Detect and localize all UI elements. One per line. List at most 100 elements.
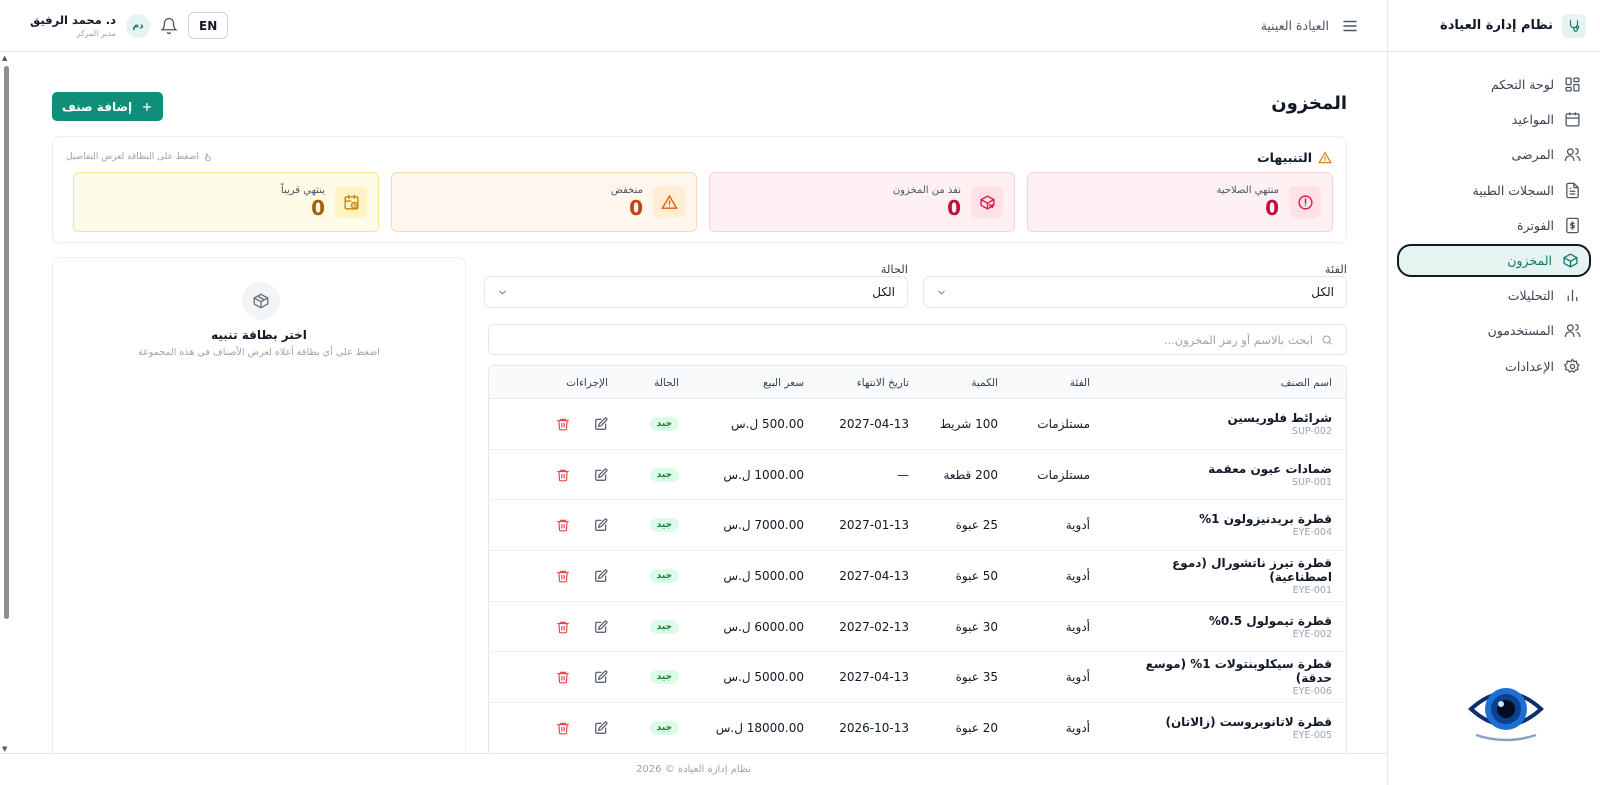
header-price[interactable]: سعر البيع <box>684 366 804 399</box>
trash-icon[interactable] <box>556 721 570 735</box>
edit-icon[interactable] <box>594 721 608 735</box>
status-select[interactable]: الكل <box>484 276 908 308</box>
category-select[interactable]: الكل <box>923 276 1347 308</box>
sidebar-item-analytics[interactable]: التحليلات <box>1397 279 1591 312</box>
trash-icon[interactable] <box>556 417 570 431</box>
header-quantity[interactable]: الكمية <box>898 366 998 399</box>
brand[interactable]: نظام إدارة العيادة <box>1388 0 1600 52</box>
item-category: أدوية <box>1065 518 1090 533</box>
warning-icon <box>1318 151 1332 165</box>
sidebar-item-users[interactable]: المستخدمون <box>1397 314 1591 347</box>
status-badge: جيد <box>649 416 679 431</box>
item-actions <box>523 450 608 500</box>
sidebar-item-billing[interactable]: الفوترة <box>1397 209 1591 242</box>
item-name-cell: قطرة بريدنيزولون 1% EYE-004 <box>1112 500 1332 550</box>
alert-card-expired[interactable]: منتهي الصلاحية 0 <box>1027 172 1333 232</box>
item-expiry: 2027-02-13 <box>839 619 909 634</box>
alert-card-count: 0 <box>1265 196 1279 220</box>
add-item-button[interactable]: إضافة صنف <box>52 92 163 121</box>
table-row[interactable]: شرائط فلوريسين SUP-002 مستلزمات 100 شريط 202… <box>489 399 1346 450</box>
sidebar-item-label: المستخدمون <box>1487 323 1554 339</box>
header-actions: الإجراءات <box>566 376 608 389</box>
scroll-down-arrow-icon[interactable]: ▼ <box>2 745 7 753</box>
item-price: 5000.00 ل.س <box>723 670 804 685</box>
item-status-cell: جيد <box>629 703 679 753</box>
calendar-icon <box>1564 111 1581 128</box>
item-name-cell: شرائط فلوريسين SUP-002 <box>1112 399 1332 449</box>
item-category: مستلزمات <box>1037 467 1090 482</box>
item-status-cell: جيد <box>629 652 679 702</box>
sidebar-item-appointments[interactable]: المواعيد <box>1397 103 1591 136</box>
pointer-icon <box>203 153 212 162</box>
sidebar-item-dashboard[interactable]: لوحة التحكم <box>1397 68 1591 101</box>
alerts-hint-text: اضغط على البطاقة لعرض التفاصيل <box>66 152 199 162</box>
status-badge: جيد <box>649 619 679 634</box>
alert-card-low-stock[interactable]: منخفض 0 <box>391 172 697 232</box>
user-role: مدير المركز <box>76 29 117 38</box>
edit-icon[interactable] <box>594 468 608 482</box>
category-select-value: الكل <box>1311 285 1334 299</box>
sidebar-nav: لوحة التحكم المواعيد المرضى السجلات الطب… <box>1388 52 1600 383</box>
package-x-icon <box>971 186 1003 218</box>
table-row[interactable]: قطرة سيكلوبنتولات 1% (موسع حدقة) EYE-006 أ… <box>489 652 1346 704</box>
item-expiry: — <box>897 467 909 482</box>
sidebar-item-label: الإعدادات <box>1505 358 1554 374</box>
item-name: قطرة تيمولول 0.5% <box>1208 613 1332 628</box>
status-badge: جيد <box>649 568 679 583</box>
edit-icon[interactable] <box>594 620 608 634</box>
sidebar-item-inventory[interactable]: المخزون <box>1397 243 1591 277</box>
footer-text: نظام إدارة العيادة © 2026 <box>636 764 751 775</box>
alert-card-label: منخفض <box>610 185 643 196</box>
table-row[interactable]: ضمادات عيون معقمة SUP-001 مستلزمات 200 قطعة… <box>489 450 1346 501</box>
alert-card-count: 0 <box>629 196 643 220</box>
item-code: EYE-002 <box>1292 628 1332 640</box>
header-status[interactable]: الحالة <box>629 366 679 399</box>
edit-icon[interactable] <box>594 518 608 532</box>
alert-card-out-of-stock[interactable]: نفذ من المخزون 0 <box>709 172 1015 232</box>
item-name-cell: قطرة لاتانوبروست (زالاتان) EYE-005 <box>1112 703 1332 753</box>
edit-icon[interactable] <box>594 670 608 684</box>
scroll-up-arrow-icon[interactable]: ▲ <box>2 54 7 62</box>
sidebar-item-patients[interactable]: المرضى <box>1397 138 1591 171</box>
item-price: 5000.00 ل.س <box>723 568 804 583</box>
scrollbar-thumb[interactable] <box>4 66 9 619</box>
trash-icon[interactable] <box>556 518 570 532</box>
header-name[interactable]: اسم الصنف <box>1112 366 1332 399</box>
alerts-section: التنبيهات اضغط على البطاقة لعرض التفاصيل… <box>52 136 1347 243</box>
trash-icon[interactable] <box>556 569 570 583</box>
sidebar-item-settings[interactable]: الإعدادات <box>1397 350 1591 383</box>
inventory-table: اسم الصنف الفئة الكمية تاريخ الانتهاء سع… <box>488 365 1347 753</box>
table-row[interactable]: قطرة بريدنيزولون 1% EYE-004 أدوية 25 عبوة 20… <box>489 500 1346 552</box>
bell-icon[interactable] <box>160 17 179 35</box>
table-row[interactable]: قطرة تيرز ناتشورال (دموع اصطناعية) EYE-00… <box>489 551 1346 602</box>
item-code: EYE-004 <box>1292 527 1332 539</box>
avatar[interactable]: دم <box>126 13 151 38</box>
alert-card-count: 0 <box>311 196 325 220</box>
chevron-down-icon <box>497 287 508 298</box>
edit-icon[interactable] <box>594 417 608 431</box>
user-name: د. محمد الرفيق <box>30 13 117 27</box>
panel-title: اختر بطاقة تنبيه <box>211 328 307 342</box>
header-expiry[interactable]: تاريخ الانتهاء <box>789 366 909 399</box>
clinic-name: العيادة العينية <box>1260 18 1329 33</box>
trash-icon[interactable] <box>556 468 570 482</box>
alert-card-expiring-soon[interactable]: ينتهي قريباً 0 <box>73 172 379 232</box>
table-header: اسم الصنف الفئة الكمية تاريخ الانتهاء سع… <box>489 366 1346 399</box>
table-body: شرائط فلوريسين SUP-002 مستلزمات 100 شريط 202… <box>489 399 1346 753</box>
edit-icon[interactable] <box>594 569 608 583</box>
user-info[interactable]: د. محمد الرفيق مدير المركز <box>30 13 116 38</box>
sidebar-item-medical-records[interactable]: السجلات الطبية <box>1397 174 1591 207</box>
header-category[interactable]: الفئة <box>1000 366 1090 399</box>
vertical-scrollbar[interactable]: ▲ ▼ <box>0 52 12 753</box>
users-icon <box>1564 322 1581 339</box>
language-toggle-button[interactable]: EN <box>188 12 229 39</box>
table-row[interactable]: قطرة تيمولول 0.5% EYE-002 أدوية 30 عبوة 2027… <box>489 602 1346 653</box>
trash-icon[interactable] <box>556 670 570 684</box>
menu-icon[interactable] <box>1341 17 1359 35</box>
search-input[interactable] <box>502 332 1313 347</box>
trash-icon[interactable] <box>556 620 570 634</box>
item-category: مستلزمات <box>1037 416 1090 431</box>
header-left: EN دم د. محمد الرفيق مدير المركز <box>22 12 246 39</box>
table-row[interactable]: قطرة لاتانوبروست (زالاتان) EYE-005 أدوية 20… <box>489 703 1346 753</box>
search-box[interactable] <box>488 324 1347 355</box>
